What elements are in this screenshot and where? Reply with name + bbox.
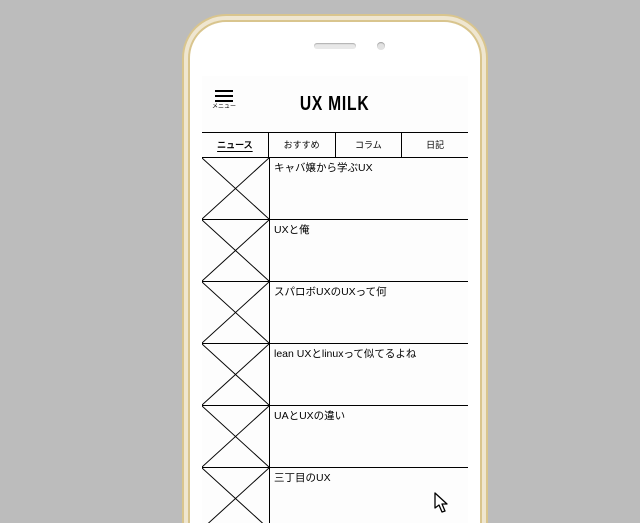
image-placeholder-icon [202,406,270,467]
article-title: 三丁目のUX [270,468,468,523]
list-item[interactable]: UXと俺 [202,220,468,282]
phone-frame: メニュー UX MILK ニュースおすすめコラム日記 キャバ嬢から学ぶUXUXと… [190,22,480,523]
article-list: キャバ嬢から学ぶUXUXと俺スパロボUXのUXって何lean UXとlinuxっ… [202,158,468,523]
article-title: スパロボUXのUXって何 [270,282,468,343]
menu-button[interactable]: メニュー [212,90,236,110]
list-item[interactable]: キャバ嬢から学ぶUX [202,158,468,220]
tab-2[interactable]: コラム [336,133,403,157]
app-screen: メニュー UX MILK ニュースおすすめコラム日記 キャバ嬢から学ぶUXUXと… [202,76,468,523]
tab-bar: ニュースおすすめコラム日記 [202,132,468,158]
list-item[interactable]: UAとUXの違い [202,406,468,468]
menu-label: メニュー [212,104,236,110]
tab-1[interactable]: おすすめ [269,133,336,157]
tab-0[interactable]: ニュース [202,133,269,157]
article-title: lean UXとlinuxって似てるよね [270,344,468,405]
phone-speaker [314,43,356,49]
image-placeholder-icon [202,282,270,343]
article-title: UAとUXの違い [270,406,468,467]
hamburger-icon [215,90,233,92]
app-title: UX MILK [300,93,370,116]
image-placeholder-icon [202,344,270,405]
list-item[interactable]: 三丁目のUX [202,468,468,523]
phone-camera [377,42,385,50]
article-title: キャバ嬢から学ぶUX [270,158,468,219]
image-placeholder-icon [202,220,270,281]
list-item[interactable]: スパロボUXのUXって何 [202,282,468,344]
tab-3[interactable]: 日記 [402,133,468,157]
app-header: メニュー UX MILK [202,76,468,132]
image-placeholder-icon [202,158,270,219]
image-placeholder-icon [202,468,270,523]
list-item[interactable]: lean UXとlinuxって似てるよね [202,344,468,406]
article-title: UXと俺 [270,220,468,281]
